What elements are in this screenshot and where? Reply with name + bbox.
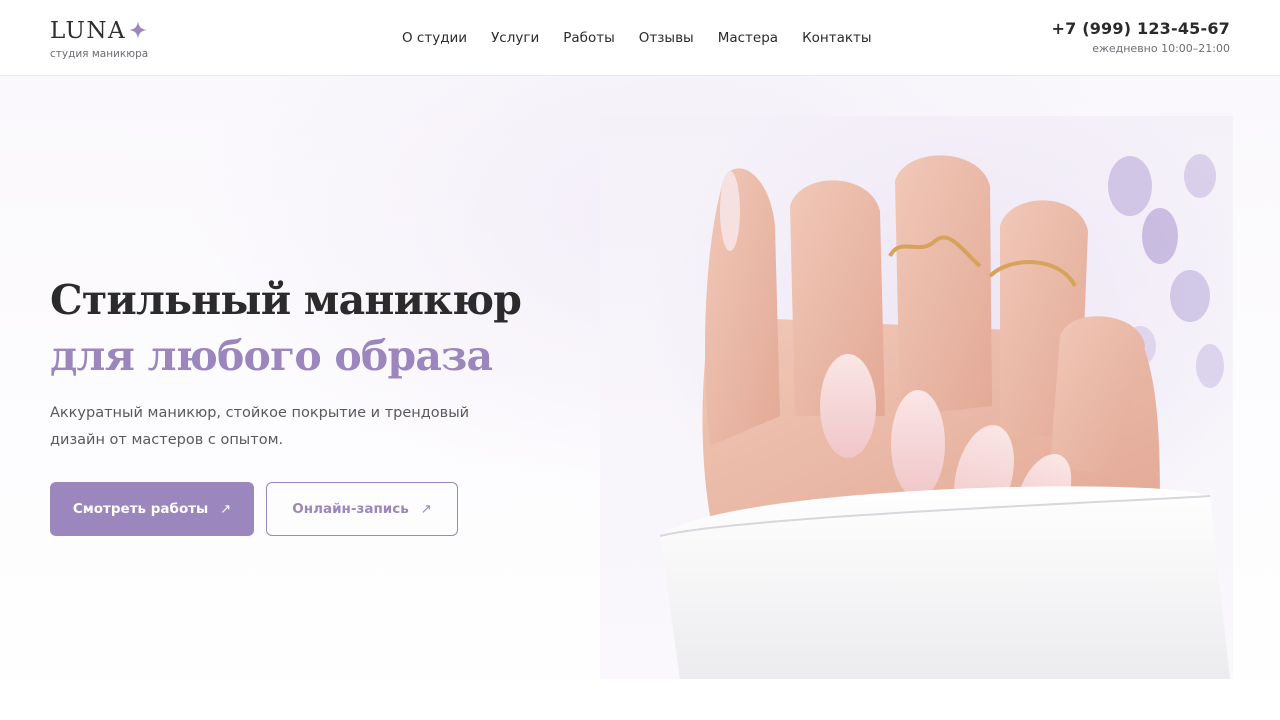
arrow-up-right-icon: ↗ [420,501,432,517]
nav-item-about[interactable]: О студии [402,29,467,47]
arrow-up-right-icon: ↗ [220,501,232,517]
site-header: LUNA студия маникюра О студии Услуги Раб… [0,0,1280,76]
logo-tagline: студия маникюра [50,48,149,60]
hero-section: Стильный маникюр для любого образа Аккур… [0,76,1280,720]
nav-item-works[interactable]: Работы [563,29,615,47]
online-booking-button[interactable]: Онлайн-запись ↗ [266,482,458,536]
hero-title: Стильный маникюр для любого образа [50,272,610,384]
hero-title-accent: для любого образа [50,332,493,380]
nav-item-masters[interactable]: Мастера [718,29,778,47]
sparkle-star-icon [128,20,148,40]
hero-title-main: Стильный маникюр [50,276,522,324]
nav-item-reviews[interactable]: Отзывы [639,29,694,47]
view-works-button-label: Смотреть работы [72,501,209,517]
hero-subtitle: Аккуратный маникюр, стойкое покрытие и т… [50,405,470,448]
online-booking-button-label: Онлайн-запись [292,501,409,517]
logo[interactable]: LUNA студия маникюра [50,16,148,61]
nav-item-services[interactable]: Услуги [491,29,539,47]
manicured-hand-photo [600,116,1233,679]
header-contact: +7 (999) 123-45-67 ежедневно 10:00–21:00 [1051,18,1230,56]
phone-link[interactable]: +7 (999) 123-45-67 [1051,18,1230,40]
working-hours: ежедневно 10:00–21:00 [1092,42,1230,55]
view-works-button[interactable]: Смотреть работы ↗ [50,482,254,536]
main-nav: О студии Услуги Работы Отзывы Мастера Ко… [402,29,872,47]
logo-wordmark: LUNA [50,18,127,44]
nav-item-contacts[interactable]: Контакты [802,29,871,47]
